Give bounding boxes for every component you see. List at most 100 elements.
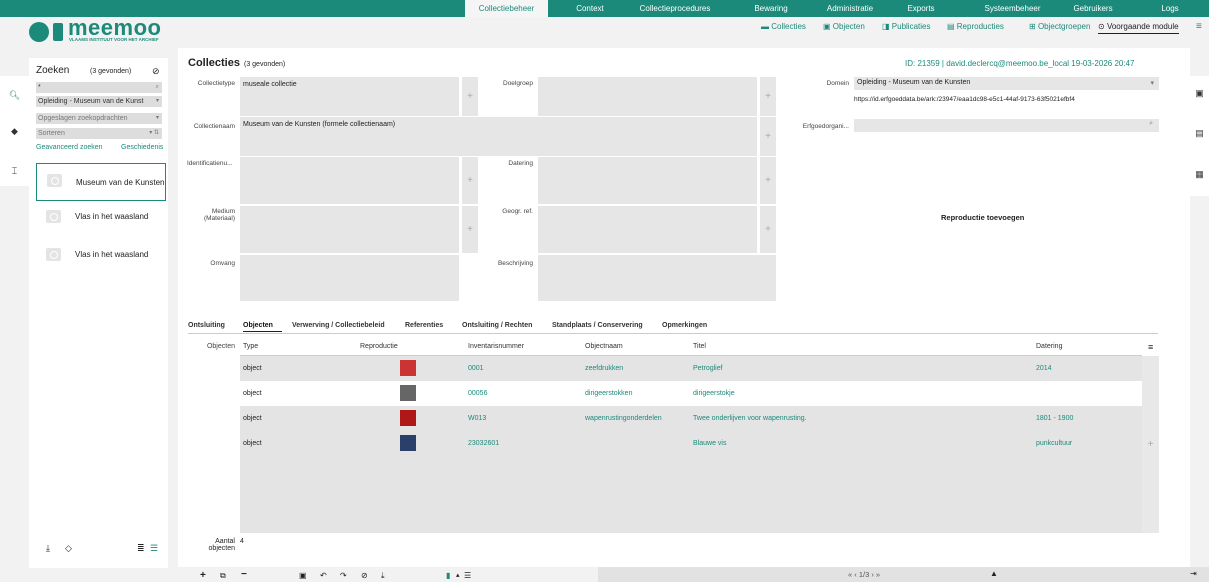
table-row[interactable]: object 23032601 Blauwe vis punkcultuur	[240, 431, 1142, 456]
subnav-objecten[interactable]: ▣ Objecten	[823, 20, 865, 34]
list-icon[interactable]: ☰	[464, 571, 471, 580]
add-object-button[interactable]: +	[1142, 356, 1159, 533]
subnav-voorgaande-module[interactable]: ⊙ Voorgaande module	[1098, 20, 1179, 34]
col-inventarisnummer[interactable]: Inventarisnummer	[468, 343, 524, 350]
collectietype-field[interactable]: museale collectie	[240, 77, 459, 116]
record-meta: ID: 21359 | david.declercq@meemoo.be_loc…	[905, 59, 1135, 68]
domain-filter-select[interactable]: Opleiding - Museum van de Kunst ▾	[36, 96, 162, 107]
chevron-down-icon: ▾	[155, 98, 159, 104]
add-collectietype-button[interactable]: +	[462, 77, 478, 116]
advanced-search-link[interactable]: Geavanceerd zoeken	[36, 144, 103, 151]
topnav-exports[interactable]: Exports	[897, 0, 945, 17]
add-icon[interactable]: +	[200, 570, 206, 581]
tab-ontsluiting[interactable]: Ontsluiting	[188, 322, 225, 329]
subnav-reproducties[interactable]: ▤ Reproducties	[947, 20, 1004, 34]
sort-select[interactable]: Sorteren ▾ ⇅	[36, 128, 162, 139]
add-reproduction-button[interactable]: Reproductie toevoegen	[941, 213, 1024, 222]
detail-list-icon[interactable]: ☰	[150, 543, 158, 554]
topnav-logs[interactable]: Logs	[1150, 0, 1190, 17]
tab-referenties[interactable]: Referenties	[405, 322, 443, 329]
cancel-icon[interactable]: ⊘	[361, 571, 368, 580]
subnav-objectgroepen[interactable]: ⊞ Objectgroepen	[1029, 20, 1090, 34]
omvang-field[interactable]	[240, 255, 459, 301]
logout-icon[interactable]: ⇥	[1190, 569, 1197, 578]
add-geogr-ref-button[interactable]: +	[760, 206, 776, 253]
erfgoedorganisatie-input[interactable]: ⌕	[854, 119, 1159, 132]
clear-icon[interactable]: ⊘	[152, 66, 160, 77]
search-icon[interactable]: 🔍︎	[0, 90, 29, 101]
add-identificatienummer-button[interactable]: +	[462, 157, 478, 204]
medium-field[interactable]	[240, 206, 459, 253]
col-titel[interactable]: Titel	[693, 343, 706, 350]
topnav-bewaring[interactable]: Bewaring	[745, 0, 797, 17]
list-view-icon[interactable]: ≣	[137, 543, 145, 554]
datering-field[interactable]	[538, 157, 757, 204]
diamond-icon[interactable]: ◇	[65, 543, 72, 554]
add-doelgroep-button[interactable]: +	[760, 77, 776, 116]
sort-up-icon[interactable]: ▴	[456, 571, 460, 579]
save-icon[interactable]: ▣	[299, 571, 307, 580]
label-collectienaam: Collectienaam	[193, 123, 235, 130]
reproduction-thumbnail[interactable]	[400, 385, 416, 401]
table-row[interactable]: object 00056 dirigeerstokken dirigeersto…	[240, 381, 1142, 406]
topnav-context[interactable]: Context	[559, 0, 621, 17]
tab-opmerkingen[interactable]: Opmerkingen	[662, 322, 707, 329]
undo-icon[interactable]: ↶	[320, 571, 327, 580]
saved-searches-select[interactable]: Opgeslagen zoekopdrachten ▾	[36, 113, 162, 124]
label-omvang: Omvang	[210, 260, 235, 267]
add-medium-button[interactable]: +	[462, 206, 478, 253]
download-icon[interactable]: ⤓	[381, 571, 385, 581]
result-item[interactable]: Vlas in het waasland	[36, 200, 166, 238]
collectienaam-field[interactable]: Museum van de Kunsten (formele collectie…	[240, 117, 757, 156]
search-icon: ⌕	[1149, 120, 1153, 127]
table-row[interactable]: object W013 wapenrustingonderdelen Twee …	[240, 406, 1142, 431]
pager[interactable]: « ‹ 1/3 › »	[848, 570, 880, 579]
topnav-gebruikers[interactable]: Gebruikers	[1063, 0, 1123, 17]
bell-icon[interactable]: ▲	[990, 569, 998, 578]
page-title: Collecties	[188, 57, 240, 69]
calendar-icon[interactable]: ▦	[1190, 169, 1209, 180]
reproduction-thumbnail[interactable]	[400, 435, 416, 451]
identificatienummer-field[interactable]	[240, 157, 459, 204]
add-datering-button[interactable]: +	[760, 157, 776, 204]
hierarchy-icon[interactable]: ⌶	[0, 166, 29, 177]
beschrijving-field[interactable]	[538, 255, 776, 301]
hamburger-icon[interactable]: ≡	[1196, 20, 1202, 34]
redo-icon[interactable]: ↷	[340, 571, 347, 580]
tab-objecten[interactable]: Objecten	[243, 322, 273, 329]
add-collectienaam-button[interactable]: +	[760, 117, 776, 156]
label-beschrijving: Beschrijving	[497, 260, 533, 267]
col-datering[interactable]: Datering	[1036, 343, 1062, 350]
topnav-administratie[interactable]: Administratie	[812, 0, 888, 17]
tab-ontsluiting-rechten[interactable]: Ontsluiting / Rechten	[462, 322, 532, 329]
reproduction-thumbnail[interactable]	[400, 360, 416, 376]
geogr-ref-field[interactable]	[538, 206, 757, 253]
domein-select[interactable]: Opleiding - Museum van de Kunsten ▾	[854, 77, 1159, 90]
doelgroep-field[interactable]	[538, 77, 757, 116]
table-row[interactable]: object 0001 zeefdrukken Petroglief 2014	[240, 356, 1142, 381]
binoculars-icon[interactable]: ◆	[0, 126, 29, 137]
history-link[interactable]: Geschiedenis	[121, 144, 163, 151]
download-icon[interactable]: ⤓	[46, 543, 50, 554]
topnav-collectiebeheer[interactable]: Collectiebeheer	[465, 0, 548, 17]
col-type[interactable]: Type	[243, 343, 258, 350]
tab-verwerving[interactable]: Verwerving / Collectiebeleid	[292, 322, 385, 329]
remove-icon[interactable]: −	[241, 569, 247, 580]
result-item[interactable]: Vlas in het waasland	[36, 238, 166, 276]
reproduction-thumbnail[interactable]	[400, 410, 416, 426]
document-icon[interactable]: ▮	[446, 571, 450, 580]
col-reproductie[interactable]: Reproductie	[360, 343, 398, 350]
col-objectnaam[interactable]: Objectnaam	[585, 343, 623, 350]
search-input[interactable]: * ⌕	[36, 82, 162, 93]
tab-standplaats[interactable]: Standplaats / Conservering	[552, 322, 643, 329]
copy-icon[interactable]: ⧉	[220, 571, 226, 581]
column-menu-icon[interactable]: ≡	[1148, 342, 1153, 352]
film-icon[interactable]: ▤	[1190, 128, 1209, 139]
topnav-systeembeheer[interactable]: Systeembeheer	[975, 0, 1050, 17]
film-icon: ▤	[947, 22, 957, 31]
result-item[interactable]: Museum van de Kunsten	[36, 163, 166, 201]
topnav-collectieprocedures[interactable]: Collectieprocedures	[625, 0, 725, 17]
subnav-publicaties[interactable]: ◨ Publicaties	[882, 20, 930, 34]
subnav-collecties[interactable]: ▬ Collecties	[761, 20, 806, 34]
image-icon[interactable]: ▣	[1190, 88, 1209, 99]
